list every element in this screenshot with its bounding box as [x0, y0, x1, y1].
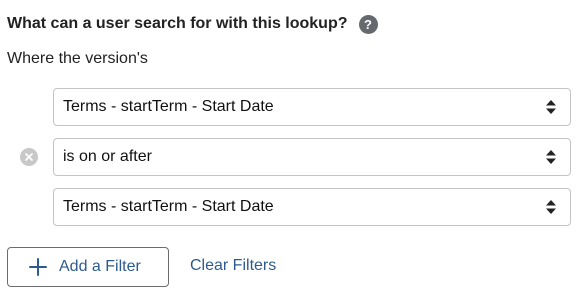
- field-select-value: Terms - startTerm - Start Date: [63, 98, 274, 115]
- question-mark-icon[interactable]: ?: [358, 14, 378, 34]
- sort-arrows-icon: [546, 100, 556, 114]
- help-glyph: ?: [364, 16, 372, 32]
- sort-arrows-icon: [546, 200, 556, 214]
- operator-select[interactable]: is on or after: [53, 138, 571, 176]
- remove-circle-icon[interactable]: [20, 148, 38, 166]
- plus-icon: [29, 258, 47, 276]
- filter-subheading: Where the version's: [7, 50, 148, 67]
- clear-filters-link[interactable]: Clear Filters: [190, 257, 276, 275]
- question-heading: What can a user search for with this loo…: [7, 15, 348, 32]
- value-select-value: Terms - startTerm - Start Date: [63, 198, 274, 215]
- add-filter-button[interactable]: Add a Filter: [7, 247, 169, 287]
- value-select[interactable]: Terms - startTerm - Start Date: [53, 188, 571, 226]
- close-icon: [25, 153, 33, 161]
- add-filter-label: Add a Filter: [59, 258, 141, 275]
- lookup-search-config: What can a user search for with this loo…: [0, 0, 582, 288]
- operator-select-value: is on or after: [63, 148, 152, 165]
- field-select[interactable]: Terms - startTerm - Start Date: [53, 88, 571, 126]
- sort-arrows-icon: [546, 150, 556, 164]
- question-row: What can a user search for with this loo…: [7, 12, 378, 36]
